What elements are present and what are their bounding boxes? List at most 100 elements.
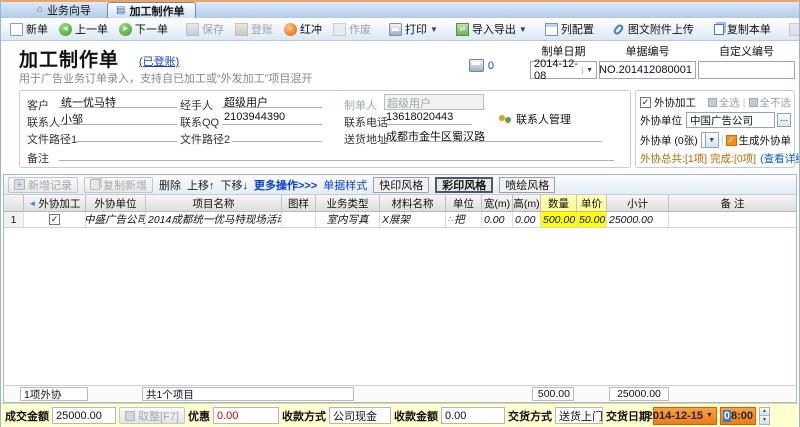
- phone-input[interactable]: 13618020443: [384, 111, 472, 125]
- col-outsource[interactable]: ◄ 外协加工: [24, 195, 86, 211]
- discount-input[interactable]: 0.00: [212, 407, 279, 424]
- select-none-button[interactable]: 全不选: [748, 95, 791, 110]
- select-all-button[interactable]: 全选: [707, 95, 740, 110]
- add-record-icon: [14, 179, 25, 190]
- col-height[interactable]: 高(m): [513, 195, 541, 211]
- handler-input[interactable]: 超级用户: [222, 94, 322, 109]
- delivery-method-label: 交货方式: [507, 410, 552, 423]
- new-doc-button[interactable]: 新单: [5, 19, 53, 39]
- row-unit-company[interactable]: 中盛广告公司: [86, 212, 146, 227]
- spinner-down-icon[interactable]: ▼: [759, 416, 769, 424]
- col-sample[interactable]: 图样: [282, 195, 316, 211]
- generate-order-checkbox[interactable]: [725, 134, 737, 146]
- outsource-checkbox[interactable]: [640, 97, 651, 108]
- summary-outsource-count: 1项外协: [20, 387, 88, 401]
- remark-input[interactable]: [59, 147, 614, 161]
- row-project[interactable]: 2014成都统一优马特现场活动: [146, 212, 282, 227]
- chevron-down-icon[interactable]: ▼: [582, 66, 593, 74]
- posted-status-link[interactable]: (已登账): [139, 53, 179, 69]
- col-qty[interactable]: 数量: [541, 195, 577, 211]
- more-actions-link[interactable]: 更多操作>>>: [254, 177, 317, 193]
- prev-doc-button[interactable]: 上一单: [54, 19, 113, 39]
- time-spinner[interactable]: ▲ ▼: [758, 406, 770, 425]
- outsource-unit-row: 外协单位 中国广告公司: [640, 112, 791, 128]
- delivery-method-input[interactable]: 送货上门: [554, 407, 603, 424]
- ellipsis-button[interactable]: [777, 113, 791, 127]
- tab-processing-order[interactable]: ▤ 加工制作单: [107, 2, 196, 18]
- printer-icon[interactable]: [468, 59, 484, 72]
- address-input[interactable]: 成都市金牛区蜀汉路: [384, 128, 602, 143]
- pay-method-input[interactable]: 公司现金: [328, 407, 391, 424]
- move-up-button[interactable]: 上移↑: [187, 177, 215, 193]
- pay-amount-input[interactable]: 0.00: [440, 407, 505, 424]
- divider: |: [720, 134, 724, 146]
- doc-no-input[interactable]: NO.201412080001: [599, 61, 696, 79]
- chevron-down-icon[interactable]: ▼: [704, 133, 718, 147]
- table-row[interactable]: 1 中盛广告公司 2014成都统一优马特现场活动 室内写真 X展架 ∴把 0.0…: [4, 212, 796, 228]
- style-fast-button[interactable]: 快印风格: [373, 176, 430, 193]
- row-price[interactable]: 50.00: [577, 212, 607, 227]
- outsource-unit-input[interactable]: 中国广告公司: [686, 112, 775, 128]
- maker-label: 制单人: [344, 100, 377, 112]
- delivery-time-input[interactable]: 0 8:00: [719, 406, 756, 425]
- style-spray-button[interactable]: 喷绘风格: [499, 176, 556, 193]
- customer-input[interactable]: 统一优马特: [59, 94, 177, 109]
- add-record-button: 新增记录: [8, 176, 78, 193]
- custom-no-field: 自定义编号: [698, 43, 795, 79]
- path1-input[interactable]: [77, 128, 177, 142]
- spinner-up-icon[interactable]: ▲: [759, 407, 769, 416]
- red-flush-icon: [284, 22, 297, 36]
- col-width[interactable]: 宽(m): [482, 195, 513, 211]
- col-unit-company[interactable]: 外协单位: [86, 195, 146, 211]
- print-button[interactable]: 打印 ▼: [384, 19, 443, 39]
- delivery-date-select[interactable]: 2014-12-15 ▼: [647, 406, 717, 425]
- path2-label: 文件路径2: [180, 134, 231, 146]
- delete-button[interactable]: 删除: [159, 177, 181, 193]
- contact-manage-button[interactable]: 联系人管理: [499, 111, 571, 127]
- ledger-icon: [235, 22, 248, 36]
- col-biz-type[interactable]: 业务类型: [316, 195, 380, 211]
- deal-amount-input[interactable]: 25000.00: [52, 407, 116, 424]
- col-project[interactable]: 项目名称: [146, 195, 282, 211]
- row-outsource-cell[interactable]: [24, 212, 86, 227]
- row-remark[interactable]: [669, 212, 796, 227]
- row-qty[interactable]: 500.00: [541, 212, 577, 227]
- row-height[interactable]: 0.00: [513, 212, 541, 227]
- next-doc-button[interactable]: 下一单: [114, 19, 173, 39]
- deal-amount-label: 成交金额: [5, 410, 49, 423]
- row-biz-type[interactable]: 室内写真: [316, 212, 380, 227]
- doc-style-link[interactable]: 单据样式: [323, 177, 367, 193]
- attachment-upload-button[interactable]: 图文附件上传: [607, 19, 699, 39]
- qq-input[interactable]: 2103944390: [222, 111, 322, 125]
- style-color-button[interactable]: 彩印风格: [435, 176, 494, 193]
- make-date-input[interactable]: 2014-12-08 ▼: [530, 58, 597, 82]
- view-detail-link[interactable]: (查看详细): [760, 151, 799, 166]
- row-sample[interactable]: [282, 212, 316, 227]
- void-icon: [333, 22, 346, 36]
- row-material[interactable]: X展架: [380, 212, 446, 227]
- outsource-order-select[interactable]: ▼: [700, 132, 719, 148]
- pay-method-label: 收款方式: [281, 410, 326, 423]
- col-remark[interactable]: 备 注: [669, 195, 796, 211]
- col-subtotal[interactable]: 小计: [607, 195, 669, 211]
- page-subtitle: 用于广告业务订单录入，支持自已加工或“外发加工”项目混开: [19, 73, 313, 85]
- red-flush-button[interactable]: 红冲: [279, 19, 327, 39]
- custom-no-input[interactable]: [698, 61, 795, 79]
- move-down-button[interactable]: 下移↓: [221, 177, 249, 193]
- row-outsource-checkbox[interactable]: [49, 214, 60, 225]
- row-unit[interactable]: ∴ 把: [446, 212, 482, 227]
- col-unit[interactable]: 单位: [446, 195, 482, 211]
- copy-doc-button[interactable]: 复制本单: [707, 19, 776, 39]
- col-material[interactable]: 材料名称: [380, 195, 446, 211]
- make-date-label: 制单日期: [541, 46, 586, 58]
- row-width[interactable]: 0.00: [482, 212, 513, 227]
- col-price[interactable]: 单价: [577, 195, 607, 211]
- tab-business-wizard[interactable]: ⌂ 业务向导: [29, 2, 101, 18]
- import-export-button[interactable]: 导入导出▼: [451, 19, 532, 39]
- delivery-date-label: 交货日期: [605, 410, 650, 423]
- column-config-button[interactable]: 列配置: [540, 19, 599, 39]
- column-config-icon: [544, 22, 558, 36]
- path2-input[interactable]: [232, 128, 322, 142]
- contact-input[interactable]: 小邹: [59, 111, 177, 126]
- row-subtotal[interactable]: 25000.00: [607, 212, 669, 227]
